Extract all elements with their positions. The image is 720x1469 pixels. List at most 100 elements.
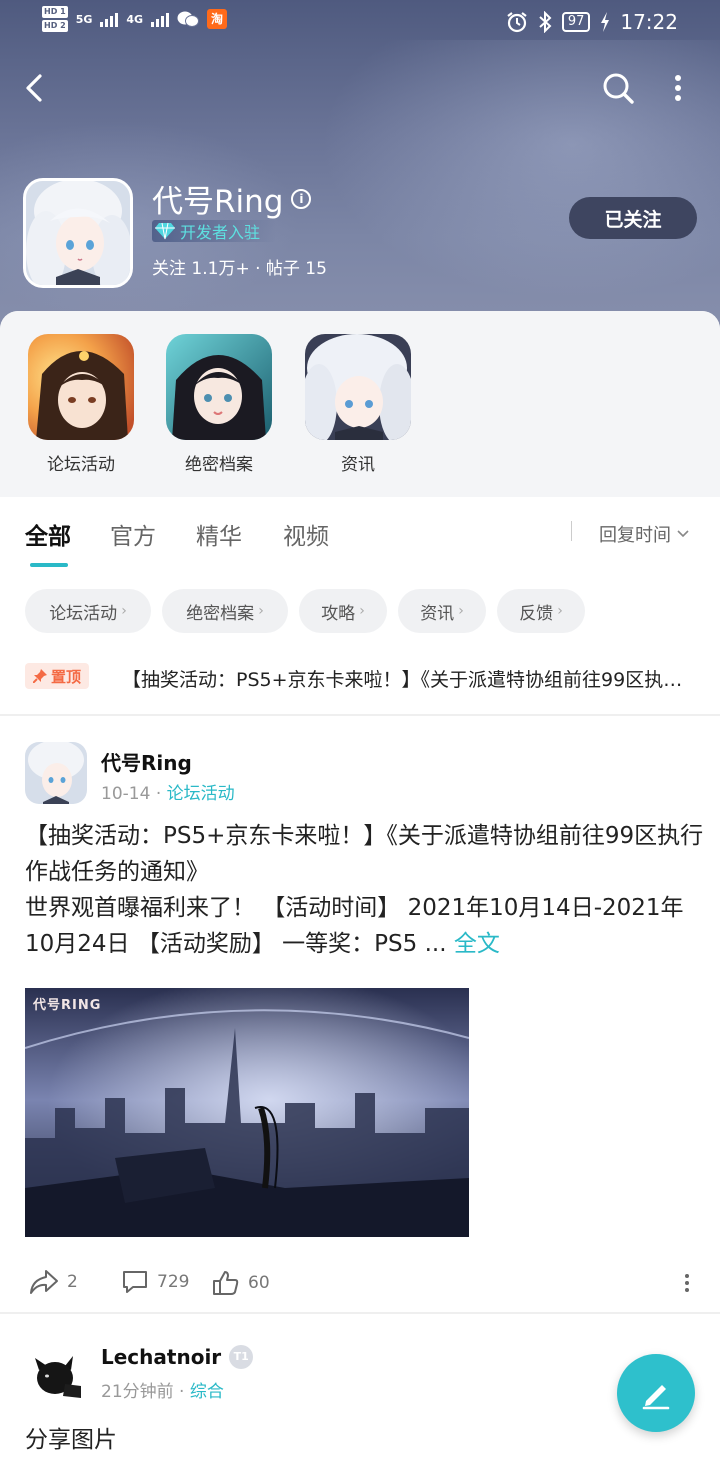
info-icon[interactable]: i	[291, 188, 312, 209]
pen-icon	[642, 1385, 670, 1410]
chip-label: 论坛活动	[49, 603, 118, 624]
tab-bar: 全部 官方 精华 视频 回复时间	[0, 497, 720, 569]
status-bar-left: HD 1 HD 2 5G 4G 淘	[42, 6, 228, 32]
post-image[interactable]: 代号RING	[25, 988, 469, 1237]
post-date: 10-14	[101, 784, 151, 804]
pinned-badge-label: 置顶	[51, 667, 82, 686]
chip-label: 绝密档案	[186, 603, 255, 624]
post-category[interactable]: 论坛活动	[167, 784, 235, 804]
network-5g-label: 5G	[75, 12, 93, 26]
tab-official[interactable]: 官方	[110, 517, 156, 551]
comment-action[interactable]: 729	[121, 1269, 189, 1295]
tab-video[interactable]: 视频	[283, 517, 329, 551]
status-bar: HD 1 HD 2 5G 4G 淘 97 17:22	[0, 0, 720, 46]
full-text-link[interactable]: 全文	[454, 931, 500, 957]
chip-label: 反馈	[519, 603, 554, 624]
chevron-right-icon: ›	[458, 603, 464, 619]
post-meta: 10-14 · 论坛活动	[101, 779, 235, 804]
chevron-right-icon: ›	[258, 603, 264, 619]
share-icon	[30, 1270, 58, 1294]
charging-icon	[601, 12, 610, 32]
filter-chip-forum-activity[interactable]: 论坛活动 ›	[25, 589, 151, 633]
signal-icon	[151, 11, 170, 27]
clock-time: 17:22	[620, 10, 678, 34]
post-card[interactable]: Lechatnoir T1 21分钟前 · 综合 分享图片	[0, 1314, 720, 1469]
taobao-icon: 淘	[207, 9, 228, 29]
chevron-right-icon: ›	[359, 603, 365, 619]
post-category[interactable]: 综合	[190, 1382, 224, 1402]
like-action[interactable]: 60	[212, 1269, 270, 1297]
quick-entry-secret-archive[interactable]: 绝密档案	[165, 334, 273, 475]
quick-entry-forum-activity[interactable]: 论坛活动	[27, 334, 135, 475]
quick-entry-label: 绝密档案	[185, 455, 253, 475]
forum-title-row: 代号Ring i	[152, 176, 312, 221]
post-body[interactable]: 分享图片	[25, 1422, 705, 1458]
level-badge: T1	[229, 1345, 254, 1369]
follow-button[interactable]: 已关注	[569, 197, 697, 239]
filter-chip-feedback[interactable]: 反馈 ›	[497, 589, 585, 633]
signal-icon	[100, 11, 119, 27]
post-card[interactable]: 代号Ring 10-14 · 论坛活动 【抽奖活动：PS5+京东卡来啦！】《关于…	[0, 716, 720, 1312]
chevron-down-icon	[677, 530, 689, 538]
network-4g-label: 4G	[126, 12, 144, 26]
quick-entry-label: 论坛活动	[47, 455, 115, 475]
tab-divider	[571, 521, 572, 541]
post-date: 21分钟前	[101, 1382, 174, 1402]
tab-all[interactable]: 全部	[25, 517, 71, 551]
share-action[interactable]: 2	[29, 1269, 78, 1295]
wechat-icon	[177, 11, 200, 27]
post-author-avatar[interactable]	[25, 742, 87, 804]
top-navigation	[0, 60, 720, 116]
quick-entry-thumbnail	[28, 334, 134, 440]
search-icon[interactable]	[600, 70, 636, 106]
filter-chip-guide[interactable]: 攻略 ›	[299, 589, 387, 633]
chevron-right-icon: ›	[121, 603, 127, 619]
filter-chip-secret-archive[interactable]: 绝密档案 ›	[162, 589, 288, 633]
post-excerpt: 世界观首曝福利来了！ 【活动时间】 2021年10月14日-2021年10月24…	[25, 890, 705, 962]
pinned-post-title[interactable]: 【抽奖活动：PS5+京东卡来啦！】《关于派遣特协组前往99区执行作战任务的通知》	[122, 665, 692, 692]
forum-name: 代号Ring	[152, 184, 284, 220]
more-options-icon[interactable]	[683, 1273, 691, 1293]
post-author-name[interactable]: 代号Ring	[101, 747, 192, 776]
chevron-right-icon: ›	[557, 603, 563, 619]
post-meta: 21分钟前 · 综合	[101, 1377, 224, 1402]
tab-featured[interactable]: 精华	[196, 517, 242, 551]
sort-dropdown[interactable]: 回复时间	[599, 521, 689, 547]
compose-post-button[interactable]	[617, 1354, 695, 1432]
post-title: 分享图片	[25, 1427, 117, 1453]
post-author-avatar[interactable]	[25, 1340, 87, 1402]
chip-label: 资讯	[420, 603, 455, 624]
developer-badge-label: 开发者入驻	[180, 223, 261, 242]
forum-stats: 关注 1.1万+ · 帖子 15	[152, 259, 327, 279]
post-body[interactable]: 【抽奖活动：PS5+京东卡来啦！】《关于派遣特协组前往99区执行作战任务的通知》…	[25, 818, 705, 962]
hd2-label: HD 2	[42, 20, 68, 32]
hd-indicator: HD 1 HD 2	[42, 6, 68, 32]
quick-entry-thumbnail	[305, 334, 411, 440]
post-author-name[interactable]: Lechatnoir	[101, 1345, 221, 1369]
battery-level: 97	[561, 12, 591, 32]
pinned-post[interactable]: 置顶 【抽奖活动：PS5+京东卡来啦！】《关于派遣特协组前往99区执行作战任务的…	[0, 655, 720, 695]
post-image-logo: 代号RING	[33, 998, 102, 1013]
thumbs-up-icon	[213, 1271, 239, 1295]
forum-avatar[interactable]	[23, 178, 133, 288]
pin-icon	[33, 669, 47, 683]
back-arrow-icon[interactable]	[18, 70, 54, 106]
share-count: 2	[67, 1272, 78, 1292]
chip-label: 攻略	[321, 603, 356, 624]
quick-entry-area: 论坛活动 绝密档案 资讯	[0, 311, 720, 497]
post-excerpt-text: 世界观首曝福利来了！ 【活动时间】 2021年10月14日-2021年10月24…	[25, 895, 684, 957]
post-actions: 2 729 60	[25, 1269, 705, 1301]
forum-content: 论坛活动 绝密档案 资讯 全部 官方 精华 视频 回复时间 论坛活动 › 绝密档…	[0, 311, 720, 1469]
diamond-icon	[155, 222, 175, 240]
post-title: 【抽奖活动：PS5+京东卡来啦！】《关于派遣特协组前往99区执行作战任务的通知》	[25, 823, 704, 885]
pinned-badge: 置顶	[25, 663, 90, 689]
like-count: 60	[248, 1273, 270, 1293]
alarm-icon	[507, 12, 527, 33]
quick-entry-news[interactable]: 资讯	[304, 334, 412, 475]
filter-chip-news[interactable]: 资讯 ›	[398, 589, 486, 633]
quick-entry-thumbnail	[166, 334, 272, 440]
active-tab-indicator	[30, 563, 68, 567]
quick-entry-label: 资讯	[341, 455, 375, 475]
more-vertical-icon[interactable]	[664, 70, 692, 106]
meta-separator: ·	[155, 784, 167, 804]
